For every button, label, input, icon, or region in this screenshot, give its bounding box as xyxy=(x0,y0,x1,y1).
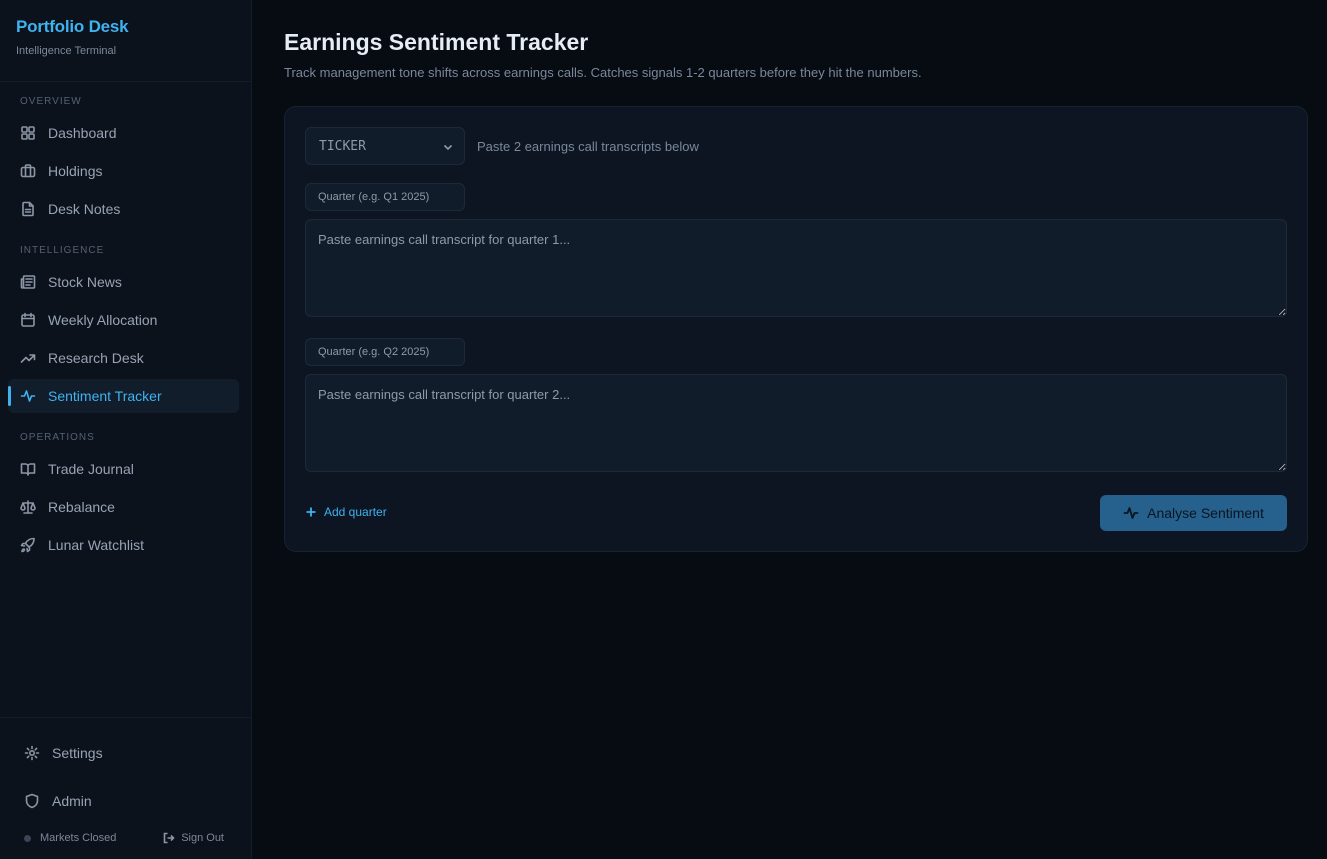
activity-icon xyxy=(20,388,36,404)
sign-out-label: Sign Out xyxy=(181,832,224,844)
status-row: Markets Closed Sign Out xyxy=(24,832,234,844)
newspaper-icon xyxy=(20,274,36,290)
sidebar-item-label: Dashboard xyxy=(48,125,117,141)
shield-icon xyxy=(24,793,40,809)
sidebar-item-label: Lunar Watchlist xyxy=(48,537,144,553)
sidebar-item-label: Sentiment Tracker xyxy=(48,388,162,404)
sidebar: Portfolio Desk Intelligence Terminal OVE… xyxy=(0,0,252,859)
quarter-1-input[interactable] xyxy=(305,183,465,211)
sidebar-item-lunar-watchlist[interactable]: Lunar Watchlist xyxy=(8,528,239,562)
brand-subtitle: Intelligence Terminal xyxy=(16,45,117,57)
sidebar-item-stock-news[interactable]: Stock News xyxy=(8,265,239,299)
transcript-1-textarea[interactable] xyxy=(305,219,1287,317)
page-description: Track management tone shifts across earn… xyxy=(284,65,922,80)
sidebar-item-rebalance[interactable]: Rebalance xyxy=(8,490,239,524)
sidebar-item-sentiment-tracker[interactable]: Sentiment Tracker xyxy=(8,379,239,413)
gear-icon xyxy=(24,745,40,761)
sidebar-item-research-desk[interactable]: Research Desk xyxy=(8,341,239,375)
sidebar-item-label: Stock News xyxy=(48,274,122,290)
trending-up-icon xyxy=(20,350,36,366)
brand: Portfolio Desk Intelligence Terminal xyxy=(16,17,129,57)
grid-icon xyxy=(20,125,36,141)
document-icon xyxy=(20,201,36,217)
analyse-sentiment-button[interactable]: Analyse Sentiment xyxy=(1100,495,1287,531)
admin-button[interactable]: Admin xyxy=(12,784,239,818)
divider xyxy=(0,81,251,82)
chevron-down-icon xyxy=(443,144,453,151)
section-label-operations: OPERATIONS xyxy=(20,432,95,443)
sidebar-item-label: Research Desk xyxy=(48,350,144,366)
brand-title: Portfolio Desk xyxy=(16,17,129,36)
transcript-hint: Paste 2 earnings call transcripts below xyxy=(477,139,699,154)
transcript-2-textarea[interactable] xyxy=(305,374,1287,472)
admin-label: Admin xyxy=(52,793,92,809)
settings-button[interactable]: Settings xyxy=(12,736,239,770)
scale-icon xyxy=(20,499,36,515)
page-title: Earnings Sentiment Tracker xyxy=(284,29,589,55)
market-status: Markets Closed xyxy=(40,832,117,844)
divider xyxy=(0,717,251,718)
sidebar-item-label: Rebalance xyxy=(48,499,115,515)
market-status-dot xyxy=(24,834,31,842)
sidebar-item-dashboard[interactable]: Dashboard xyxy=(8,116,239,150)
rocket-icon xyxy=(20,537,36,553)
sign-out-button[interactable]: Sign Out xyxy=(163,832,224,844)
sidebar-item-label: Weekly Allocation xyxy=(48,312,158,328)
ticker-select[interactable]: TICKER xyxy=(305,127,465,165)
sentiment-form-card: TICKER Paste 2 earnings call transcripts… xyxy=(284,106,1308,552)
analyse-sentiment-label: Analyse Sentiment xyxy=(1147,505,1264,521)
calendar-icon xyxy=(20,312,36,328)
settings-label: Settings xyxy=(52,745,103,761)
briefcase-icon xyxy=(20,163,36,179)
sidebar-item-holdings[interactable]: Holdings xyxy=(8,154,239,188)
sign-out-icon xyxy=(163,832,175,844)
sidebar-item-label: Desk Notes xyxy=(48,201,121,217)
main-content: Earnings Sentiment Tracker Track managem… xyxy=(252,0,1327,859)
sidebar-item-weekly-allocation[interactable]: Weekly Allocation xyxy=(8,303,239,337)
plus-icon xyxy=(306,507,316,517)
add-quarter-label: Add quarter xyxy=(324,505,387,519)
section-label-intelligence: INTELLIGENCE xyxy=(20,245,105,256)
sidebar-item-trade-journal[interactable]: Trade Journal xyxy=(8,452,239,486)
activity-icon xyxy=(1123,507,1139,519)
book-icon xyxy=(20,461,36,477)
ticker-value: TICKER xyxy=(319,138,366,154)
sidebar-item-desk-notes[interactable]: Desk Notes xyxy=(8,192,239,226)
quarter-2-input[interactable] xyxy=(305,338,465,366)
sidebar-item-label: Holdings xyxy=(48,163,103,179)
add-quarter-button[interactable]: Add quarter xyxy=(305,505,387,519)
sidebar-item-label: Trade Journal xyxy=(48,461,134,477)
section-label-overview: OVERVIEW xyxy=(20,96,82,107)
